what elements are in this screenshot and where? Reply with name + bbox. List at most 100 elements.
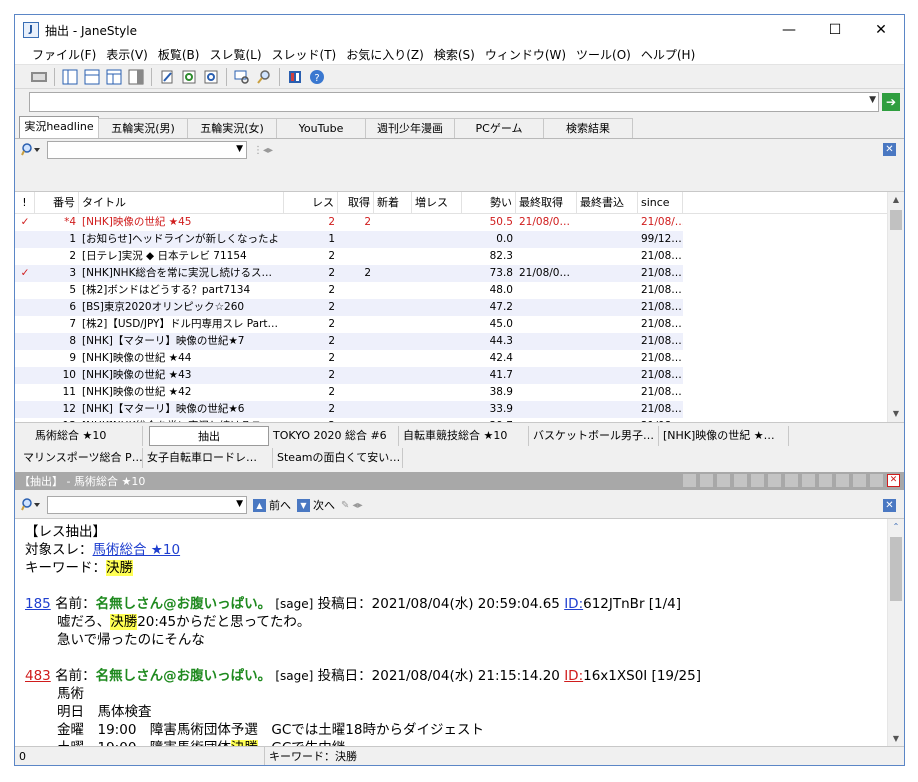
pen-icon[interactable] xyxy=(802,474,815,487)
tool-icon[interactable] xyxy=(683,474,696,487)
filter-icon[interactable] xyxy=(700,474,713,487)
post-id-link[interactable]: ID: xyxy=(564,596,583,612)
list-scrollbar[interactable]: ▲ ▼ xyxy=(887,192,904,422)
table-row[interactable]: ✓ 3 [NHK]NHK総合を常に実況し続けるス… 2 2 73.8 21/08/0… 21/… xyxy=(15,265,904,282)
col-get[interactable]: 取得 xyxy=(338,192,374,214)
board-tab-shonen-manga[interactable]: 週刊少年漫画 xyxy=(365,118,455,138)
window-icon[interactable] xyxy=(819,474,832,487)
col-new[interactable]: 新着 xyxy=(374,192,412,214)
col-res[interactable]: レス xyxy=(284,192,338,214)
scroll-up-icon[interactable]: ⌃ xyxy=(888,519,904,535)
close-thread-icon[interactable]: ✕ xyxy=(887,474,900,487)
col-since[interactable]: since xyxy=(638,192,683,214)
table-row[interactable]: 1 [お知らせ]ヘッドラインが新しくなったよ 1 0.0 99/12… xyxy=(15,231,904,248)
thread-tab-active[interactable]: 抽出 xyxy=(149,426,269,446)
chevron-down-icon[interactable]: ▼ xyxy=(236,144,243,154)
table-row[interactable]: 7 [株2]【USD/JPY】ドル円専用スレ Part… 2 45.0 21/08… xyxy=(15,316,904,333)
help-icon[interactable]: ? xyxy=(307,67,327,87)
chevron-down-icon[interactable]: ▼ xyxy=(236,499,243,509)
search-icon[interactable] xyxy=(21,143,43,157)
next-button[interactable]: ▼ 次へ xyxy=(297,497,335,513)
abone-icon[interactable] xyxy=(285,67,305,87)
folder-icon[interactable] xyxy=(751,474,764,487)
reload-icon[interactable] xyxy=(179,67,199,87)
thread-search-input[interactable]: ▼ xyxy=(47,496,247,514)
address-input[interactable]: ▼ xyxy=(29,92,879,112)
layout-3-icon[interactable] xyxy=(104,67,124,87)
layout-4-icon[interactable] xyxy=(126,67,146,87)
scroll-down-icon[interactable]: ▼ xyxy=(888,406,904,422)
table-row[interactable]: 5 [株2]ボンドはどうする？part7134 2 48.0 21/08… xyxy=(15,282,904,299)
compose-icon[interactable] xyxy=(157,67,177,87)
menu-thread[interactable]: スレッド(T) xyxy=(267,45,342,65)
col-last-fetch[interactable]: 最終取得 xyxy=(516,192,577,214)
table-row[interactable]: 9 [NHK]映像の世紀 ★44 2 42.4 21/08… xyxy=(15,350,904,367)
col-title[interactable]: タイトル xyxy=(79,192,284,214)
menu-board[interactable]: 板覧(B) xyxy=(153,45,205,65)
scroll-thumb[interactable] xyxy=(890,210,902,230)
board-list-icon[interactable] xyxy=(29,67,49,87)
thread-tab[interactable]: バスケットボール男子… xyxy=(529,426,659,446)
table-row[interactable]: 11 [NHK]映像の世紀 ★42 2 38.9 21/08… xyxy=(15,384,904,401)
scroll-down-icon[interactable]: ▼ xyxy=(888,731,904,747)
table-row[interactable]: 2 [日テレ]実況 ◆ 日本テレビ 71154 2 82.3 21/08… xyxy=(15,248,904,265)
search-icon[interactable] xyxy=(21,498,43,512)
note-icon[interactable] xyxy=(768,474,781,487)
menu-view[interactable]: 表示(V) xyxy=(101,45,153,65)
board-tab-olympics-men[interactable]: 五輪実況(男) xyxy=(98,118,188,138)
menu-threadlist[interactable]: スレ覧(L) xyxy=(204,45,266,65)
col-mark[interactable]: ! xyxy=(15,192,35,214)
prev-button[interactable]: ▲ 前へ xyxy=(253,497,291,513)
scroll-thumb[interactable] xyxy=(890,537,902,601)
reload-all-icon[interactable] xyxy=(201,67,221,87)
thread-tab[interactable]: 女子自転車ロードレ… xyxy=(143,448,273,468)
board-tab-olympics-women[interactable]: 五輪実況(女) xyxy=(187,118,277,138)
col-speed[interactable]: 勢い xyxy=(462,192,516,214)
go-arrow-icon[interactable]: ➔ xyxy=(882,93,900,111)
table-row[interactable]: 10 [NHK]映像の世紀 ★43 2 41.7 21/08… xyxy=(15,367,904,384)
star-icon[interactable] xyxy=(853,474,866,487)
col-number[interactable]: 番号 xyxy=(35,192,79,214)
minimize-button[interactable]: — xyxy=(766,15,812,45)
post-number-link[interactable]: 185 xyxy=(25,596,51,612)
post-id-link[interactable]: ID: xyxy=(564,668,583,684)
scroll-up-icon[interactable]: ▲ xyxy=(888,192,904,208)
table-row[interactable]: ✓ *4 [NHK]映像の世紀 ★45 2 2 50.5 21/08/0… 21/08/… xyxy=(15,214,904,231)
board-tab-youtube[interactable]: YouTube xyxy=(276,118,366,138)
view-scrollbar[interactable]: ⌃ ▼ xyxy=(887,519,904,747)
thread-tab[interactable]: TOKYO 2020 総合 #6 xyxy=(269,426,399,446)
list-search-input[interactable]: ▼ xyxy=(47,141,247,159)
maximize-button[interactable]: ☐ xyxy=(812,15,858,45)
board-tab-headline[interactable]: 実況headline xyxy=(19,116,99,138)
col-increase[interactable]: 増レス xyxy=(412,192,462,214)
col-last-write[interactable]: 最終書込 xyxy=(577,192,638,214)
thread-tab[interactable]: Steamの面白くて安い… xyxy=(273,448,403,468)
list-icon[interactable] xyxy=(836,474,849,487)
thread-tab[interactable]: 馬術総合 ★10 xyxy=(19,426,143,446)
layout-1-icon[interactable] xyxy=(60,67,80,87)
menu-help[interactable]: ヘルプ(H) xyxy=(636,45,700,65)
paste-icon[interactable] xyxy=(734,474,747,487)
table-row[interactable]: 13[NHK]NHK総合を常に実況し続けるス…2 29.7 21/08… xyxy=(15,418,904,422)
target-thread-link[interactable]: 馬術総合 ★10 xyxy=(93,542,181,558)
close-search-icon[interactable]: ✕ xyxy=(883,499,896,512)
menu-window[interactable]: ウィンドウ(W) xyxy=(480,45,571,65)
pen-icon[interactable]: ✎ ◂▸ xyxy=(341,500,363,511)
thread-tab[interactable]: 自転車競技総合 ★10 xyxy=(399,426,529,446)
table-row[interactable]: 8 [NHK]【マターリ】映像の世紀★7 2 44.3 21/08… xyxy=(15,333,904,350)
menu-file[interactable]: ファイル(F) xyxy=(27,45,101,65)
copy-icon[interactable] xyxy=(717,474,730,487)
close-button[interactable]: ✕ xyxy=(858,15,904,45)
menu-search[interactable]: 検索(S) xyxy=(429,45,480,65)
table-row[interactable]: 12 [NHK]【マターリ】映像の世紀★6 2 33.9 21/08… xyxy=(15,401,904,418)
post-number-link[interactable]: 483 xyxy=(25,668,51,684)
search-icon[interactable] xyxy=(254,67,274,87)
menu-tools[interactable]: ツール(O) xyxy=(571,45,636,65)
thread-tab[interactable]: [NHK]映像の世紀 ★… xyxy=(659,426,789,446)
popup-search-icon[interactable] xyxy=(232,67,252,87)
board-tab-pc-game[interactable]: PCゲーム xyxy=(454,118,544,138)
chevron-down-icon[interactable]: ▼ xyxy=(869,95,876,105)
thread-tab[interactable]: マリンスポーツ総合 P… xyxy=(19,448,143,468)
layout-2-icon[interactable] xyxy=(82,67,102,87)
menu-favorites[interactable]: お気に入り(Z) xyxy=(341,45,429,65)
